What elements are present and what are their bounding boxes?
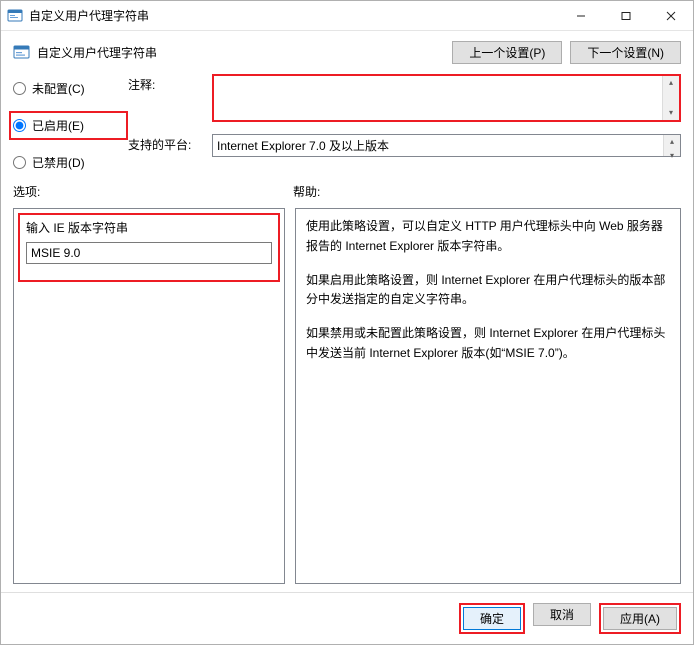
radio-enabled[interactable]: 已启用(E) bbox=[9, 111, 128, 140]
cancel-button[interactable]: 取消 bbox=[533, 603, 591, 626]
header-row: 自定义用户代理字符串 上一个设置(P) 下一个设置(N) bbox=[1, 31, 693, 68]
fields-column: 注释: ▴▾ 支持的平台: Internet Explorer 7.0 及以上版… bbox=[128, 74, 681, 171]
radio-not-configured[interactable]: 未配置(C) bbox=[13, 80, 128, 97]
section-labels: 选项: 帮助: bbox=[1, 179, 693, 202]
help-paragraph: 使用此策略设置，可以自定义 HTTP 用户代理标头中向 Web 服务器报告的 I… bbox=[306, 217, 670, 257]
radio-enabled-label: 已启用(E) bbox=[32, 117, 84, 134]
app-icon bbox=[7, 8, 23, 24]
apply-button[interactable]: 应用(A) bbox=[603, 607, 677, 630]
options-section-label: 选项: bbox=[13, 183, 293, 200]
window-title: 自定义用户代理字符串 bbox=[29, 7, 149, 24]
radio-enabled-input[interactable] bbox=[13, 119, 26, 132]
help-paragraph: 如果禁用或未配置此策略设置，则 Internet Explorer 在用户代理标… bbox=[306, 324, 670, 364]
state-radio-group: 未配置(C) 已启用(E) 已禁用(D) bbox=[13, 74, 128, 171]
comment-label: 注释: bbox=[128, 74, 204, 93]
comment-scrollbar[interactable]: ▴▾ bbox=[662, 76, 679, 120]
radio-disabled-input[interactable] bbox=[13, 156, 26, 169]
policy-icon bbox=[13, 44, 31, 62]
comment-field[interactable]: ▴▾ bbox=[212, 74, 681, 122]
window-controls bbox=[558, 1, 693, 30]
options-pane: 输入 IE 版本字符串 bbox=[13, 208, 285, 584]
next-setting-button[interactable]: 下一个设置(N) bbox=[570, 41, 681, 64]
radio-not-configured-input[interactable] bbox=[13, 82, 26, 95]
help-section-label: 帮助: bbox=[293, 183, 320, 200]
apply-highlight: 应用(A) bbox=[599, 603, 681, 634]
platform-value: Internet Explorer 7.0 及以上版本 bbox=[217, 137, 389, 154]
radio-disabled[interactable]: 已禁用(D) bbox=[13, 154, 128, 171]
header-label: 自定义用户代理字符串 bbox=[37, 44, 157, 61]
panes: 输入 IE 版本字符串 使用此策略设置，可以自定义 HTTP 用户代理标头中向 … bbox=[1, 202, 693, 592]
platform-field: Internet Explorer 7.0 及以上版本 ▴▾ bbox=[212, 134, 681, 157]
ok-button[interactable]: 确定 bbox=[463, 607, 521, 630]
minimize-button[interactable] bbox=[558, 1, 603, 30]
ie-version-input[interactable] bbox=[26, 242, 272, 264]
titlebar: 自定义用户代理字符串 bbox=[1, 1, 693, 31]
close-button[interactable] bbox=[648, 1, 693, 30]
platform-label: 支持的平台: bbox=[128, 134, 204, 153]
dialog-window: 自定义用户代理字符串 自定义用户代理字符串 上一个设置(P) bbox=[0, 0, 694, 645]
help-pane: 使用此策略设置，可以自定义 HTTP 用户代理标头中向 Web 服务器报告的 I… bbox=[295, 208, 681, 584]
help-paragraph: 如果启用此策略设置，则 Internet Explorer 在用户代理标头的版本… bbox=[306, 271, 670, 311]
radio-disabled-label: 已禁用(D) bbox=[32, 154, 85, 171]
ie-version-label: 输入 IE 版本字符串 bbox=[26, 219, 272, 236]
comment-row: 注释: ▴▾ bbox=[128, 74, 681, 122]
prev-setting-button[interactable]: 上一个设置(P) bbox=[452, 41, 562, 64]
maximize-button[interactable] bbox=[603, 1, 648, 30]
config-area: 未配置(C) 已启用(E) 已禁用(D) 注释: ▴▾ 支持的平台: bbox=[1, 68, 693, 179]
ie-version-group: 输入 IE 版本字符串 bbox=[18, 213, 280, 282]
ok-highlight: 确定 bbox=[459, 603, 525, 634]
help-text: 使用此策略设置，可以自定义 HTTP 用户代理标头中向 Web 服务器报告的 I… bbox=[296, 209, 680, 386]
footer: 确定 取消 应用(A) bbox=[1, 592, 693, 644]
platform-scrollbar[interactable]: ▴▾ bbox=[663, 135, 680, 156]
platform-row: 支持的平台: Internet Explorer 7.0 及以上版本 ▴▾ bbox=[128, 134, 681, 157]
radio-not-configured-label: 未配置(C) bbox=[32, 80, 85, 97]
